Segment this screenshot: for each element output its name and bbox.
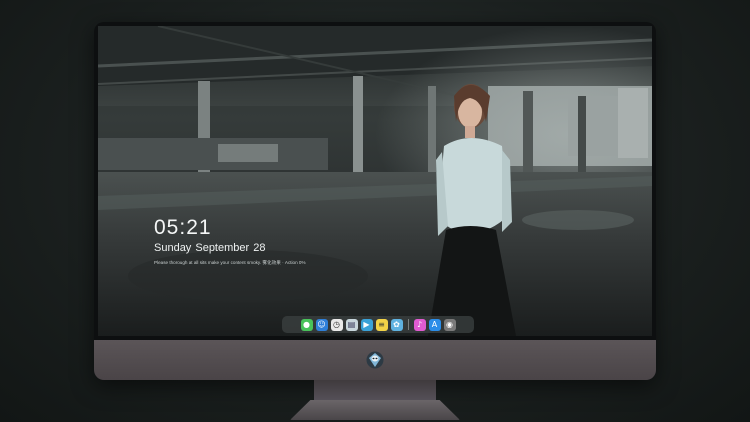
final-cut-icon[interactable]: ▶ <box>360 318 373 331</box>
music-icon[interactable]: ♪ <box>413 318 426 331</box>
notes-icon[interactable]: ≡ <box>375 318 388 331</box>
monitor-chin <box>94 340 656 380</box>
camera-icon[interactable]: ◉ <box>443 318 456 331</box>
clock-icon[interactable]: ◷ <box>330 318 343 331</box>
photos-icon[interactable]: ✿ <box>390 318 403 331</box>
screen: 05:21 Sunday September 28 Please thoroug… <box>98 26 652 336</box>
app-store-icon[interactable]: A <box>428 318 441 331</box>
lock-screen-date: Sunday September 28 <box>154 242 266 254</box>
monitor: 05:21 Sunday September 28 Please thoroug… <box>94 22 656 380</box>
lock-screen-note: Please thorough at all sits make your co… <box>154 260 306 265</box>
finder-icon[interactable]: ☺ <box>315 318 328 331</box>
monitor-stand-base <box>290 400 460 420</box>
preview-icon[interactable]: ▤ <box>345 318 358 331</box>
alien-logo-icon <box>366 351 384 369</box>
lock-screen-time: 05:21 <box>154 216 212 239</box>
messages-icon[interactable]: ● <box>300 318 313 331</box>
wallpaper <box>98 26 652 336</box>
dock: ● ☺ ◷ ▤ ▶ ≡ ✿ ♪ A ◉ <box>282 316 474 333</box>
monitor-stand-neck <box>314 380 436 402</box>
dock-separator <box>407 319 409 330</box>
desktop-background: 05:21 Sunday September 28 Please thoroug… <box>0 0 750 422</box>
